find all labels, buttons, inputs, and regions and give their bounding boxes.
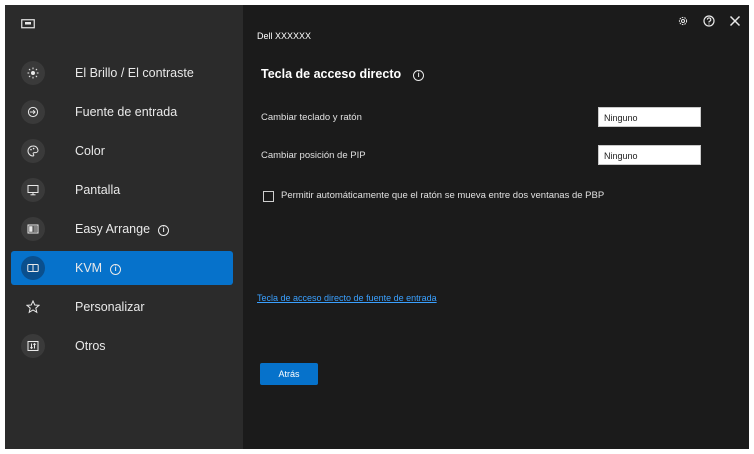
sidebar-item-brightness-contrast[interactable]: El Brillo / El contraste	[11, 56, 233, 90]
allow-mouse-pbp-checkbox[interactable]	[263, 191, 274, 202]
sidebar-item-label: Color	[75, 144, 105, 158]
sidebar-item-color[interactable]: Color	[11, 134, 233, 168]
switch-keyboard-mouse-hotkey-field[interactable]: Ninguno	[598, 107, 701, 127]
sidebar-item-label-wrap: KVM i	[75, 251, 122, 285]
monitor-name: Dell XXXXXX	[257, 31, 312, 41]
input-source-icon	[21, 100, 45, 124]
switch-keyboard-mouse-label: Cambiar teclado y ratón	[261, 112, 362, 123]
info-icon[interactable]: i	[158, 225, 170, 236]
color-palette-icon	[21, 139, 45, 163]
sidebar-item-personalize[interactable]: Personalizar	[11, 290, 233, 324]
window-controls	[675, 13, 743, 29]
star-icon	[21, 295, 45, 319]
sidebar-item-label: Fuente de entrada	[75, 105, 178, 119]
app-logo-icon	[17, 15, 39, 33]
close-icon[interactable]	[727, 13, 743, 29]
sidebar-item-label: Personalizar	[75, 300, 145, 314]
sidebar-item-display[interactable]: Pantalla	[11, 173, 233, 207]
main-panel: Dell XXXXXX Tecla de acceso directo i Cam…	[243, 5, 749, 449]
info-icon[interactable]: i	[110, 264, 122, 275]
sidebar-item-label: KVM	[75, 261, 103, 275]
sun-icon	[21, 61, 45, 85]
app-window: El Brillo / El contraste Fuente de entra…	[5, 5, 749, 449]
sidebar-item-label: Easy Arrange	[75, 222, 151, 236]
allow-mouse-pbp-label: Permitir automáticamente que el ratón se…	[281, 190, 605, 201]
sidebar-item-kvm[interactable]: KVM i	[11, 251, 233, 285]
sidebar-item-input-source[interactable]: Fuente de entrada	[11, 95, 233, 129]
sidebar-item-label: El Brillo / El contraste	[75, 66, 194, 80]
sidebar-item-others[interactable]: Otros	[11, 329, 233, 363]
info-icon[interactable]: i	[413, 70, 425, 81]
sidebar-item-label: Otros	[75, 339, 106, 353]
input-source-hotkey-link[interactable]: Tecla de acceso directo de fuente de ent…	[257, 293, 437, 303]
others-icon	[21, 334, 45, 358]
switch-pip-position-label: Cambiar posición de PIP	[261, 150, 366, 161]
sidebar: El Brillo / El contraste Fuente de entra…	[5, 5, 243, 449]
monitor-icon	[21, 178, 45, 202]
sidebar-item-label: Pantalla	[75, 183, 121, 197]
help-icon[interactable]	[701, 13, 717, 29]
easy-arrange-icon	[21, 217, 45, 241]
settings-icon[interactable]	[675, 13, 691, 29]
page-title: Tecla de acceso directo i	[261, 67, 425, 81]
switch-pip-position-hotkey-field[interactable]: Ninguno	[598, 145, 701, 165]
back-button[interactable]: Atrás	[260, 363, 318, 385]
sidebar-item-label-wrap: Easy Arrange i	[75, 212, 170, 246]
sidebar-item-easy-arrange[interactable]: Easy Arrange i	[11, 212, 233, 246]
page-title-text: Tecla de acceso directo	[261, 67, 402, 81]
kvm-icon	[21, 256, 45, 280]
